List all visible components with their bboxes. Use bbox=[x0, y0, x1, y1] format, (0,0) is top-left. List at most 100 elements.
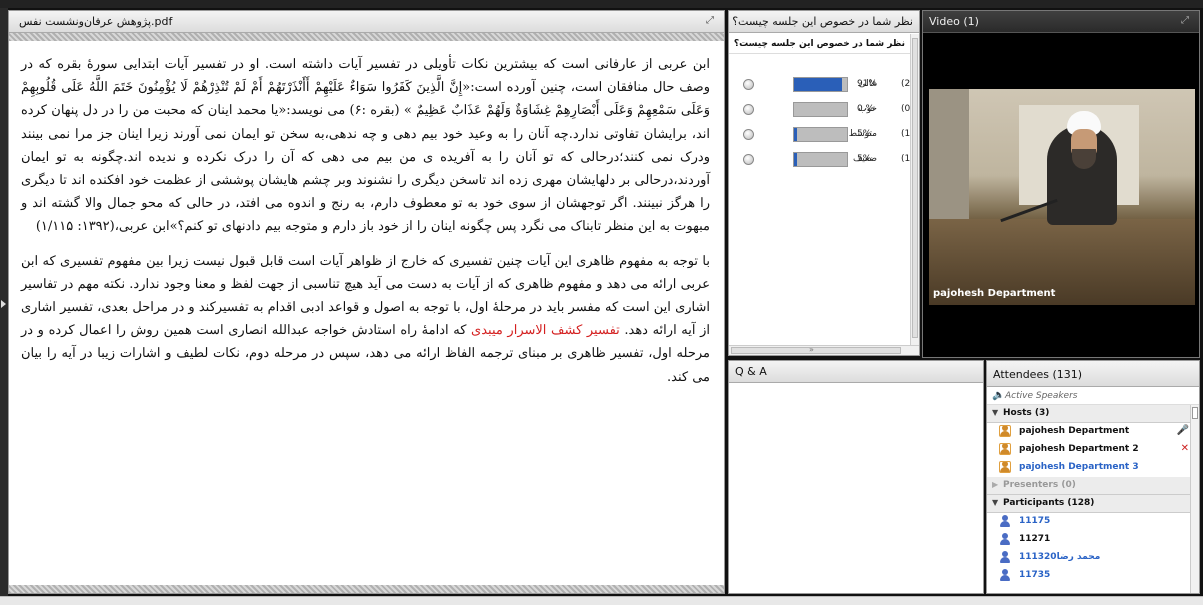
poll-question: نظر شما در خصوص این جلسه چیست؟ bbox=[729, 33, 913, 54]
hosts-list: pajohesh Department 🎤 pajohesh Department … bbox=[987, 423, 1199, 477]
participant-name: 11735 bbox=[1019, 570, 1051, 580]
video-title-text: Video bbox=[929, 15, 960, 28]
collapse-triangle-icon[interactable]: ▼ bbox=[992, 498, 998, 507]
highlighted-reference: تفسیر کشف الاسرار میبدی bbox=[471, 323, 620, 339]
document-content[interactable]: ابن عربی از عارفانی است که بیشترین نکات … bbox=[9, 41, 724, 585]
poll-option-label: متوسط bbox=[848, 129, 877, 139]
radio-button[interactable] bbox=[743, 129, 754, 140]
scrollbar-thumb[interactable] bbox=[1192, 407, 1198, 419]
host-row[interactable]: pajohesh Department 2 ✕ bbox=[987, 441, 1199, 459]
poll-count: (1 bbox=[901, 154, 911, 164]
poll-count: (1 bbox=[901, 129, 911, 139]
top-strip bbox=[0, 0, 1203, 8]
speaker-icon: 🔈 bbox=[992, 390, 1005, 401]
left-sidebar-toggle[interactable] bbox=[0, 8, 8, 596]
radio-button[interactable] bbox=[743, 79, 754, 90]
host-name: pajohesh Department bbox=[1019, 426, 1130, 436]
participant-row[interactable]: 11175 bbox=[987, 513, 1199, 531]
document-paragraph-2: با توجه به مفهوم ظاهری این آیات چنین تفس… bbox=[21, 250, 710, 389]
participant-row[interactable]: 11735 bbox=[987, 567, 1199, 585]
radio-button[interactable] bbox=[743, 154, 754, 165]
attendees-pod: Attendees (131) 🔈 Active Speakers ▼ Host… bbox=[986, 360, 1200, 594]
poll-result-fill bbox=[794, 153, 797, 166]
maximize-icon[interactable]: ⤢ bbox=[1179, 15, 1191, 27]
presenters-group-header[interactable]: ▶ Presenters (0) bbox=[987, 477, 1199, 495]
participants-group-header[interactable]: ▼ Participants (128) bbox=[987, 495, 1199, 513]
participant-icon bbox=[999, 533, 1011, 545]
document-bottom-border bbox=[9, 585, 724, 593]
bottom-status-bar bbox=[0, 596, 1203, 605]
host-webcam-icon bbox=[999, 461, 1011, 473]
radio-button[interactable] bbox=[743, 104, 754, 115]
host-row[interactable]: pajohesh Department 🎤 bbox=[987, 423, 1199, 441]
document-pod-header: پژوهش عرفان‌ونشست نفس.pdf ⤢ bbox=[9, 11, 724, 33]
document-title: پژوهش عرفان‌ونشست نفس.pdf bbox=[19, 15, 173, 28]
participant-name: 111320محمد رضا bbox=[1019, 552, 1101, 562]
poll-result-bar bbox=[793, 152, 848, 167]
scrollbar-thumb[interactable] bbox=[731, 347, 901, 354]
poll-pod: نظر شما در خصوص این جلسه چیست؟ نظر شما د… bbox=[728, 10, 920, 356]
video-pod: Video (1) ⤢ pajohesh Department bbox=[922, 10, 1200, 358]
attendees-count: (131) bbox=[1052, 368, 1083, 381]
participant-icon bbox=[999, 551, 1011, 563]
poll-option[interactable]: (1 5% ضعیف bbox=[729, 151, 911, 169]
meeting-app: پژوهش عرفان‌ونشست نفس.pdf ⤢ ابن عربی از … bbox=[0, 0, 1203, 605]
collapse-triangle-icon[interactable]: ▼ bbox=[992, 408, 998, 417]
poll-result-bar bbox=[793, 77, 848, 92]
hosts-label: Hosts (3) bbox=[1003, 408, 1050, 418]
microphone-icon: 🎤 bbox=[1176, 425, 1189, 436]
attendees-pod-header: Attendees (131) bbox=[987, 361, 1199, 387]
video-feed[interactable]: pajohesh Department bbox=[929, 89, 1195, 305]
attendees-title-text: Attendees bbox=[993, 368, 1049, 381]
poll-result-bar bbox=[793, 127, 848, 142]
poll-vertical-scrollbar[interactable] bbox=[910, 34, 919, 345]
poll-title: نظر شما در خصوص این جلسه چیست؟ bbox=[732, 15, 913, 28]
participant-icon bbox=[999, 569, 1011, 581]
poll-option[interactable]: (0 0.% خوب bbox=[729, 101, 911, 119]
poll-result-fill bbox=[794, 78, 843, 91]
active-speakers-row: 🔈 Active Speakers bbox=[987, 387, 1199, 405]
video-pod-header: Video (1) ⤢ bbox=[923, 11, 1199, 33]
poll-count: (0 bbox=[901, 104, 911, 114]
video-caption: pajohesh Department bbox=[933, 288, 1056, 299]
poll-horizontal-scrollbar[interactable] bbox=[729, 345, 919, 355]
participant-row[interactable]: 111320محمد رضا bbox=[987, 549, 1199, 567]
resize-grip-icon[interactable]: » bbox=[809, 345, 814, 354]
expand-arrow-icon[interactable] bbox=[1, 300, 6, 308]
poll-option[interactable]: (20 91% عالی bbox=[729, 76, 916, 94]
host-webcam-icon bbox=[999, 425, 1011, 437]
document-paragraph-1: ابن عربی از عارفانی است که بیشترین نکات … bbox=[21, 57, 710, 235]
poll-result-bar bbox=[793, 102, 848, 117]
active-speakers-label: Active Speakers bbox=[1005, 391, 1078, 401]
qa-title: Q & A bbox=[735, 365, 767, 378]
no-video-icon: ✕ bbox=[1180, 443, 1189, 454]
poll-option-label: ضعیف bbox=[852, 154, 877, 164]
poll-option-label: عالی bbox=[858, 79, 877, 89]
presenters-label: Presenters (0) bbox=[1003, 480, 1076, 490]
hosts-group-header[interactable]: ▼ Hosts (3) bbox=[987, 405, 1199, 423]
qa-pod-header: Q & A bbox=[729, 361, 983, 383]
host-row[interactable]: pajohesh Department 3 bbox=[987, 459, 1199, 477]
participants-label: Participants (128) bbox=[1003, 498, 1095, 508]
poll-pod-header: نظر شما در خصوص این جلسه چیست؟ bbox=[729, 11, 919, 33]
participant-name: 11271 bbox=[1019, 534, 1051, 544]
host-name: pajohesh Department 3 bbox=[1019, 462, 1139, 472]
attendees-scrollbar[interactable] bbox=[1190, 405, 1199, 593]
host-name: pajohesh Department 2 bbox=[1019, 444, 1139, 454]
scrollbar-thumb[interactable] bbox=[912, 38, 918, 338]
participant-icon bbox=[999, 515, 1011, 527]
participants-list: 11175 11271 111320محمد رضا 11735 bbox=[987, 513, 1199, 585]
participant-row[interactable]: 11271 bbox=[987, 531, 1199, 549]
participant-name: 11175 bbox=[1019, 516, 1051, 526]
document-pod: پژوهش عرفان‌ونشست نفس.pdf ⤢ ابن عربی از … bbox=[8, 10, 725, 594]
video-count: (1) bbox=[963, 15, 979, 28]
video-title: Video (1) bbox=[929, 15, 979, 28]
host-webcam-icon bbox=[999, 443, 1011, 455]
maximize-icon[interactable]: ⤢ bbox=[704, 15, 716, 27]
poll-result-fill bbox=[794, 128, 797, 141]
document-top-border bbox=[9, 33, 724, 41]
qa-pod: Q & A bbox=[728, 360, 984, 594]
poll-option[interactable]: (1 5% متوسط bbox=[729, 126, 911, 144]
expand-triangle-icon[interactable]: ▶ bbox=[992, 480, 998, 489]
attendees-title: Attendees (131) bbox=[993, 368, 1082, 381]
